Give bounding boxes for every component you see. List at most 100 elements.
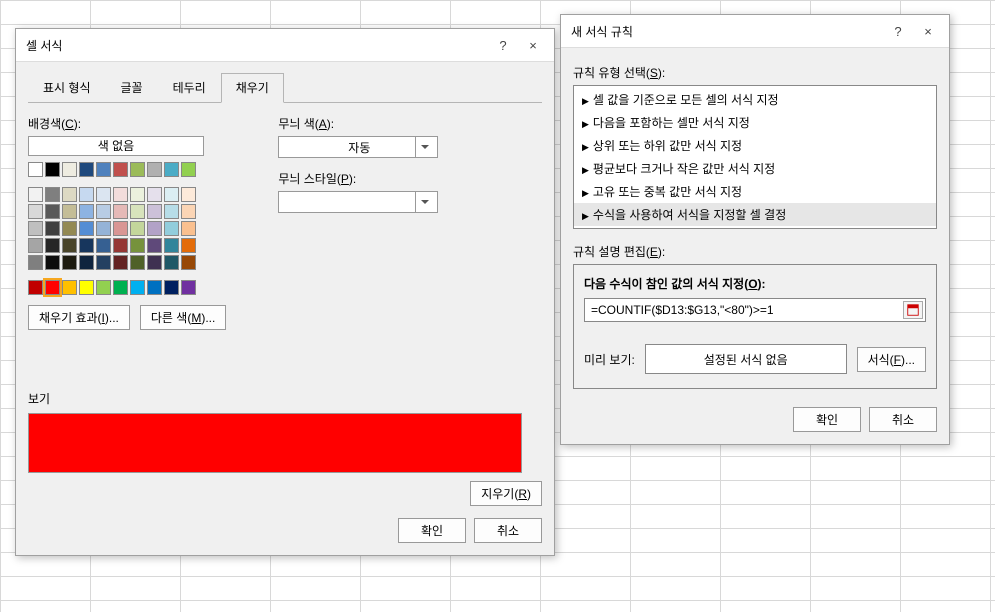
color-swatch[interactable] <box>62 255 77 270</box>
tab-border[interactable]: 테두리 <box>158 73 221 103</box>
close-button[interactable]: × <box>520 35 546 55</box>
color-swatch[interactable] <box>28 221 43 236</box>
color-palette <box>28 162 226 295</box>
tab-fill[interactable]: 채우기 <box>221 73 284 103</box>
close-button[interactable]: × <box>915 21 941 41</box>
color-swatch[interactable] <box>45 221 60 236</box>
color-swatch[interactable] <box>45 280 60 295</box>
color-swatch[interactable] <box>79 255 94 270</box>
clear-button[interactable]: 지우기(R) <box>470 481 542 506</box>
color-swatch[interactable] <box>45 238 60 253</box>
color-swatch[interactable] <box>147 280 162 295</box>
color-swatch[interactable] <box>181 204 196 219</box>
color-swatch[interactable] <box>96 255 111 270</box>
color-swatch[interactable] <box>62 162 77 177</box>
more-colors-button[interactable]: 다른 색(M)... <box>140 305 226 330</box>
color-swatch[interactable] <box>113 162 128 177</box>
ok-button[interactable]: 확인 <box>398 518 466 543</box>
color-swatch[interactable] <box>96 204 111 219</box>
color-swatch[interactable] <box>147 238 162 253</box>
rule-type-list: 셀 값을 기준으로 모든 셀의 서식 지정다음을 포함하는 셀만 서식 지정상위… <box>573 85 937 229</box>
color-swatch[interactable] <box>96 238 111 253</box>
formula-input[interactable]: =COUNTIF($D13:$G13,"<80")>=1 <box>584 298 926 322</box>
color-swatch[interactable] <box>113 238 128 253</box>
color-swatch[interactable] <box>28 255 43 270</box>
help-button[interactable]: ? <box>490 35 516 55</box>
color-swatch[interactable] <box>113 221 128 236</box>
tab-number-format[interactable]: 표시 형식 <box>28 73 106 103</box>
color-swatch[interactable] <box>130 255 145 270</box>
pattern-style-select[interactable] <box>278 191 438 213</box>
color-swatch[interactable] <box>79 187 94 202</box>
color-swatch[interactable] <box>130 238 145 253</box>
color-swatch[interactable] <box>130 187 145 202</box>
no-color-button[interactable]: 색 없음 <box>28 136 204 156</box>
color-swatch[interactable] <box>62 187 77 202</box>
color-swatch[interactable] <box>62 204 77 219</box>
color-swatch[interactable] <box>45 204 60 219</box>
color-swatch[interactable] <box>181 238 196 253</box>
color-swatch[interactable] <box>28 187 43 202</box>
color-swatch[interactable] <box>130 221 145 236</box>
color-swatch[interactable] <box>113 204 128 219</box>
color-swatch[interactable] <box>181 221 196 236</box>
color-swatch[interactable] <box>79 280 94 295</box>
rule-type-item[interactable]: 평균보다 크거나 작은 값만 서식 지정 <box>574 157 936 180</box>
color-swatch[interactable] <box>130 204 145 219</box>
color-swatch[interactable] <box>130 280 145 295</box>
cancel-button[interactable]: 취소 <box>474 518 542 543</box>
rule-type-item[interactable]: 수식을 사용하여 서식을 지정할 셀 결정 <box>574 203 936 226</box>
rule-type-item[interactable]: 셀 값을 기준으로 모든 셀의 서식 지정 <box>574 88 936 111</box>
rule-type-item[interactable]: 고유 또는 중복 값만 서식 지정 <box>574 180 936 203</box>
cancel-button[interactable]: 취소 <box>869 407 937 432</box>
color-swatch[interactable] <box>45 187 60 202</box>
color-swatch[interactable] <box>164 204 179 219</box>
color-swatch[interactable] <box>113 255 128 270</box>
color-swatch[interactable] <box>96 280 111 295</box>
color-swatch[interactable] <box>28 162 43 177</box>
color-swatch[interactable] <box>96 221 111 236</box>
color-swatch[interactable] <box>113 280 128 295</box>
color-swatch[interactable] <box>181 280 196 295</box>
color-swatch[interactable] <box>79 204 94 219</box>
tab-font[interactable]: 글꼴 <box>106 73 158 103</box>
color-swatch[interactable] <box>79 221 94 236</box>
color-swatch[interactable] <box>164 280 179 295</box>
color-swatch[interactable] <box>130 162 145 177</box>
color-swatch[interactable] <box>28 238 43 253</box>
rule-type-item[interactable]: 상위 또는 하위 값만 서식 지정 <box>574 134 936 157</box>
color-swatch[interactable] <box>147 255 162 270</box>
color-swatch[interactable] <box>79 162 94 177</box>
color-swatch[interactable] <box>164 162 179 177</box>
rule-type-label: 고유 또는 중복 값만 서식 지정 <box>593 183 742 200</box>
color-swatch[interactable] <box>164 238 179 253</box>
color-swatch[interactable] <box>181 255 196 270</box>
color-swatch[interactable] <box>181 187 196 202</box>
color-swatch[interactable] <box>96 187 111 202</box>
color-swatch[interactable] <box>147 187 162 202</box>
rule-type-item[interactable]: 다음을 포함하는 셀만 서식 지정 <box>574 111 936 134</box>
color-swatch[interactable] <box>147 204 162 219</box>
color-swatch[interactable] <box>164 187 179 202</box>
color-swatch[interactable] <box>28 280 43 295</box>
color-swatch[interactable] <box>28 204 43 219</box>
color-swatch[interactable] <box>147 162 162 177</box>
color-swatch[interactable] <box>164 221 179 236</box>
color-swatch[interactable] <box>62 221 77 236</box>
color-swatch[interactable] <box>45 255 60 270</box>
help-button[interactable]: ? <box>885 21 911 41</box>
color-swatch[interactable] <box>45 162 60 177</box>
pattern-color-select[interactable]: 자동 <box>278 136 438 158</box>
format-button[interactable]: 서식(F)... <box>857 347 926 372</box>
color-swatch[interactable] <box>181 162 196 177</box>
fill-effects-button[interactable]: 채우기 효과(I)... <box>28 305 130 330</box>
range-selector-icon[interactable] <box>903 301 923 319</box>
color-swatch[interactable] <box>62 280 77 295</box>
color-swatch[interactable] <box>113 187 128 202</box>
color-swatch[interactable] <box>164 255 179 270</box>
color-swatch[interactable] <box>79 238 94 253</box>
color-swatch[interactable] <box>62 238 77 253</box>
color-swatch[interactable] <box>96 162 111 177</box>
color-swatch[interactable] <box>147 221 162 236</box>
ok-button[interactable]: 확인 <box>793 407 861 432</box>
